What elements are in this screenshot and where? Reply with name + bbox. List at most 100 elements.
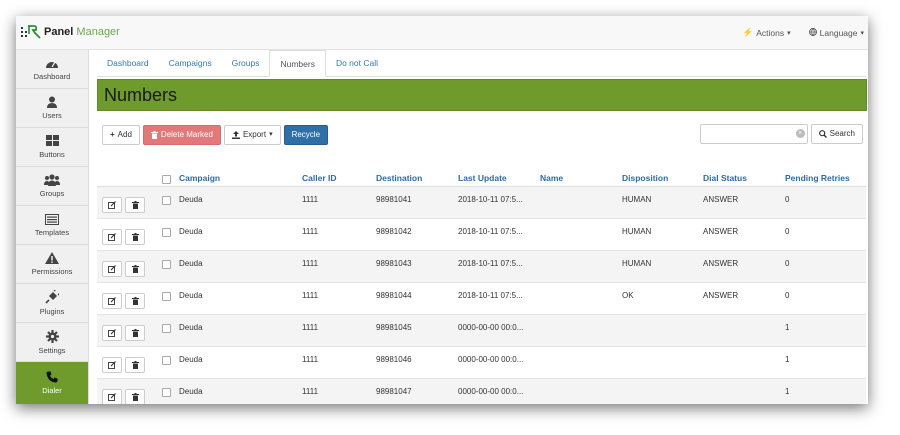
- actions-menu[interactable]: ⚡ Actions ▾: [743, 27, 791, 38]
- edit-button[interactable]: [102, 261, 122, 277]
- trash-icon: [131, 265, 139, 273]
- table-row[interactable]: Deuda 1111 98981045 0000-00-00 00:0... 1: [97, 315, 866, 347]
- row-checkbox[interactable]: [162, 292, 171, 301]
- cell-name: [540, 251, 622, 282]
- table-row[interactable]: Deuda 1111 98981047 0000-00-00 00:0... 1: [97, 379, 866, 404]
- edit-button[interactable]: [102, 197, 122, 213]
- cell-name: [540, 379, 622, 404]
- sidebar-item-dialer[interactable]: Dialer: [16, 362, 88, 404]
- add-button[interactable]: + Add: [102, 125, 140, 145]
- cell-disposition: [622, 379, 703, 404]
- column-header[interactable]: Campaign: [179, 173, 302, 183]
- edit-button[interactable]: [102, 229, 122, 245]
- row-checkbox[interactable]: [162, 388, 171, 397]
- cell-name: [540, 187, 622, 218]
- sidebar-item-templates[interactable]: Templates: [16, 206, 88, 245]
- toolbar: + Add Delete Marked Export ▾ Recycle: [102, 125, 329, 145]
- sidebar-item-buttons[interactable]: Buttons: [16, 128, 88, 167]
- cell-campaign: Deuda: [179, 291, 203, 300]
- column-header[interactable]: Pending Retries: [785, 173, 866, 183]
- search-button[interactable]: Search: [810, 124, 863, 144]
- sidebar-item-permissions[interactable]: Permissions: [16, 245, 88, 284]
- delete-button[interactable]: [125, 357, 145, 373]
- table-row[interactable]: Deuda 1111 98981046 0000-00-00 00:0... 1: [97, 347, 866, 379]
- cell-campaign: Deuda: [179, 259, 203, 268]
- edit-icon: [108, 201, 116, 209]
- tab-campaigns[interactable]: Campaigns: [159, 50, 222, 76]
- tab-groups[interactable]: Groups: [222, 50, 270, 76]
- table-row[interactable]: Deuda 1111 98981043 2018-10-11 07:5... HUMAN…: [97, 251, 866, 283]
- cell-caller-id: 1111: [302, 259, 319, 268]
- delete-button[interactable]: [125, 325, 145, 341]
- cell-campaign: Deuda: [179, 323, 203, 332]
- edit-button[interactable]: [102, 389, 122, 404]
- search-input[interactable]: [699, 124, 808, 144]
- trash-icon: [131, 233, 139, 241]
- logo[interactable]: Panel Manager: [20, 24, 120, 40]
- column-header[interactable]: Destination: [376, 173, 458, 183]
- cell-destination: 98981045: [376, 323, 412, 332]
- search-group: × Search: [699, 124, 863, 144]
- edit-button[interactable]: [102, 293, 122, 309]
- upload-icon: [231, 131, 240, 139]
- cell-caller-id: 1111: [302, 195, 319, 204]
- plug-icon: [45, 290, 59, 304]
- trash-icon: [131, 361, 139, 369]
- delete-marked-button[interactable]: Delete Marked: [142, 125, 221, 145]
- tab-dashboard[interactable]: Dashboard: [97, 50, 159, 76]
- cell-destination: 98981042: [376, 227, 412, 236]
- cell-campaign: Deuda: [179, 387, 203, 396]
- users-icon: [44, 174, 60, 186]
- edit-button[interactable]: [102, 357, 122, 373]
- trash-icon: [131, 329, 139, 337]
- delete-button[interactable]: [125, 293, 145, 309]
- column-header[interactable]: Disposition: [622, 173, 703, 183]
- logo-icon: [20, 24, 42, 40]
- sidebar-item-users[interactable]: Users: [16, 89, 88, 128]
- sidebar-item-groups[interactable]: Groups: [16, 167, 88, 206]
- delete-button[interactable]: [125, 197, 145, 213]
- cell-campaign: Deuda: [179, 355, 203, 364]
- row-checkbox[interactable]: [162, 196, 171, 205]
- tab-numbers[interactable]: Numbers: [269, 50, 326, 77]
- numbers-table: Campaign Caller ID Destination Last Upda…: [97, 170, 866, 404]
- select-all-checkbox[interactable]: [162, 175, 171, 184]
- export-button[interactable]: Export ▾: [223, 125, 281, 145]
- cell-pending-retries: 1: [785, 323, 790, 332]
- clear-icon[interactable]: ×: [795, 129, 805, 138]
- sidebar-item-settings[interactable]: Settings: [16, 323, 88, 362]
- cell-name: [540, 283, 622, 314]
- delete-button[interactable]: [125, 261, 145, 277]
- row-checkbox[interactable]: [162, 228, 171, 237]
- row-checkbox[interactable]: [162, 324, 171, 333]
- row-checkbox[interactable]: [162, 356, 171, 365]
- column-header[interactable]: Name: [540, 173, 622, 183]
- delete-button[interactable]: [125, 229, 145, 245]
- table-row[interactable]: Deuda 1111 98981044 2018-10-11 07:5... OK ANS…: [97, 283, 866, 315]
- row-checkbox[interactable]: [162, 260, 171, 269]
- cell-caller-id: 1111: [302, 387, 319, 396]
- edit-icon: [108, 233, 116, 241]
- cell-campaign: Deuda: [179, 195, 203, 204]
- cell-dial-status: ANSWER: [703, 259, 739, 268]
- plus-icon: +: [110, 130, 115, 139]
- column-header[interactable]: Dial Status: [703, 173, 785, 183]
- sidebar-item-dashboard[interactable]: Dashboard: [16, 50, 88, 89]
- cell-caller-id: 1111: [302, 355, 319, 364]
- cell-last-update: 2018-10-11 07:5...: [458, 291, 523, 300]
- sidebar-item-plugins[interactable]: Plugins: [16, 284, 88, 323]
- table-row[interactable]: Deuda 1111 98981042 2018-10-11 07:5... HUMAN…: [97, 219, 866, 251]
- tab-do-not-call[interactable]: Do not Call: [326, 50, 388, 76]
- column-header[interactable]: Caller ID: [302, 173, 376, 183]
- delete-button[interactable]: [125, 389, 145, 404]
- edit-icon: [108, 393, 116, 401]
- language-menu[interactable]: Language ▾: [808, 27, 864, 38]
- recycle-button[interactable]: Recycle: [283, 125, 329, 145]
- brand-name: Panel Manager: [44, 26, 120, 38]
- cell-destination: 98981044: [376, 291, 412, 300]
- cell-last-update: 0000-00-00 00:0...: [458, 323, 524, 332]
- column-header[interactable]: Last Update: [458, 173, 540, 183]
- cell-destination: 98981041: [376, 195, 412, 204]
- table-row[interactable]: Deuda 1111 98981041 2018-10-11 07:5... HUMAN…: [97, 187, 866, 219]
- edit-button[interactable]: [102, 325, 122, 341]
